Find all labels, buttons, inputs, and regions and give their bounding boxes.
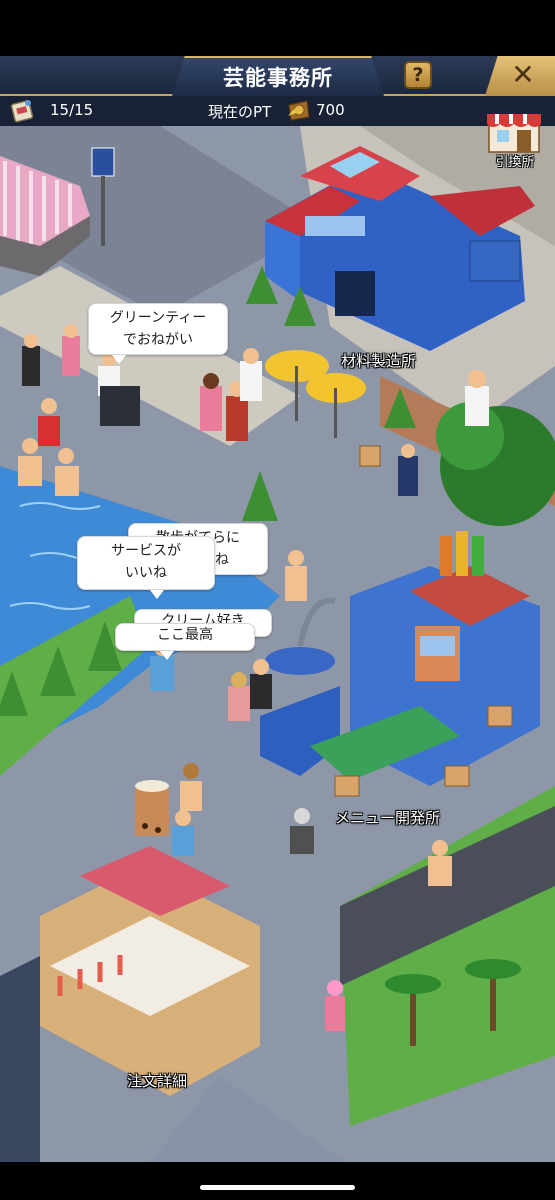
speech-bubble-service: サービスが いいね [77, 536, 215, 590]
bubble-tail [160, 651, 174, 660]
menu-dev-label[interactable]: メニュー開発所 [335, 807, 440, 828]
page-title: 芸能事務所 [223, 66, 333, 90]
ticket-icon [10, 100, 34, 123]
status-bar [0, 0, 555, 56]
speech-bubble-best: ここ最高 [115, 623, 255, 651]
order-details-label[interactable]: 注文詳細 [127, 1070, 187, 1091]
bubble-tail [150, 590, 164, 599]
town-map[interactable] [0, 126, 555, 1162]
ticket-count: 15/15 [50, 101, 94, 119]
bubble-line: でおねがい [123, 332, 193, 348]
bus-stop-sign [91, 147, 115, 177]
coin-icon [288, 100, 310, 121]
speech-bubble-green-tea: グリーンティー でおねがい [88, 303, 228, 355]
help-button[interactable]: ? [404, 61, 432, 89]
bubble-line: いいね [125, 565, 167, 581]
home-indicator[interactable] [200, 1185, 355, 1190]
bottom-safe-area [0, 1162, 555, 1200]
bubble-tail [112, 355, 126, 364]
game-world[interactable] [0, 126, 555, 1162]
points-value: 700 [316, 101, 345, 119]
bubble-line: ここ最高 [157, 627, 213, 643]
bubble-line: サービスが [111, 543, 181, 559]
exchange-shop-button[interactable]: 引換所 [483, 104, 545, 176]
material-factory-label[interactable]: 材料製造所 [341, 350, 416, 371]
bubble-line: グリーンティー [109, 310, 207, 326]
close-icon[interactable]: ✕ [508, 58, 538, 92]
exchange-shop-label: 引換所 [495, 155, 535, 170]
points-label: 現在のPT [208, 103, 272, 121]
shop-icon [487, 114, 541, 153]
